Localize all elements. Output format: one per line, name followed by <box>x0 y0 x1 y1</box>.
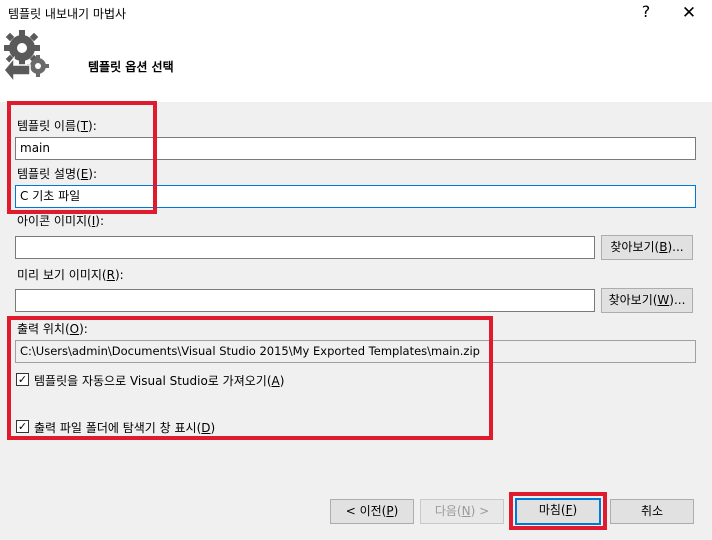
gear-export-icon <box>3 30 49 85</box>
output-location-input[interactable]: C:\Users\admin\Documents\Visual Studio 2… <box>15 340 696 363</box>
preview-image-input[interactable] <box>15 289 595 312</box>
icon-browse-button[interactable]: 찾아보기(B)... <box>601 235 693 260</box>
auto-import-checkbox[interactable]: ✓ <box>16 373 29 386</box>
window-title: 템플릿 내보내기 마법사 <box>8 7 127 21</box>
auto-import-label[interactable]: 템플릿을 자동으로 Visual Studio로 가져오기(A) <box>34 372 284 389</box>
icon-image-label: 아이콘 이미지(I): <box>17 214 105 228</box>
wizard-header: 템플릿 옵션 선택 <box>0 26 712 102</box>
wizard-content <box>0 102 712 540</box>
preview-browse-button[interactable]: 찾아보기(W)... <box>601 288 693 313</box>
next-button[interactable]: 다음(N) > <box>420 499 504 524</box>
close-button[interactable]: ✕ <box>678 2 700 24</box>
template-name-input[interactable]: main <box>15 137 696 160</box>
page-subtitle: 템플릿 옵션 선택 <box>88 60 174 74</box>
show-folder-checkbox[interactable]: ✓ <box>16 420 29 433</box>
cancel-button[interactable]: 취소 <box>610 499 694 524</box>
finish-button[interactable]: 마침(F) <box>515 498 601 525</box>
show-folder-label[interactable]: 출력 파일 폴더에 탐색기 창 표시(D) <box>34 419 215 436</box>
preview-image-label: 미리 보기 이미지(R): <box>17 268 124 282</box>
template-description-label: 템플릿 설명(E): <box>17 167 98 181</box>
output-location-label: 출력 위치(O): <box>17 322 88 336</box>
title-bar: 템플릿 내보내기 마법사 ? ✕ <box>0 0 712 26</box>
help-button[interactable]: ? <box>636 2 656 22</box>
icon-image-input[interactable] <box>15 236 595 259</box>
template-description-input[interactable]: C 기초 파일 <box>15 185 696 208</box>
template-name-label: 템플릿 이름(T): <box>17 119 97 133</box>
previous-button[interactable]: < 이전(P) <box>330 499 414 524</box>
